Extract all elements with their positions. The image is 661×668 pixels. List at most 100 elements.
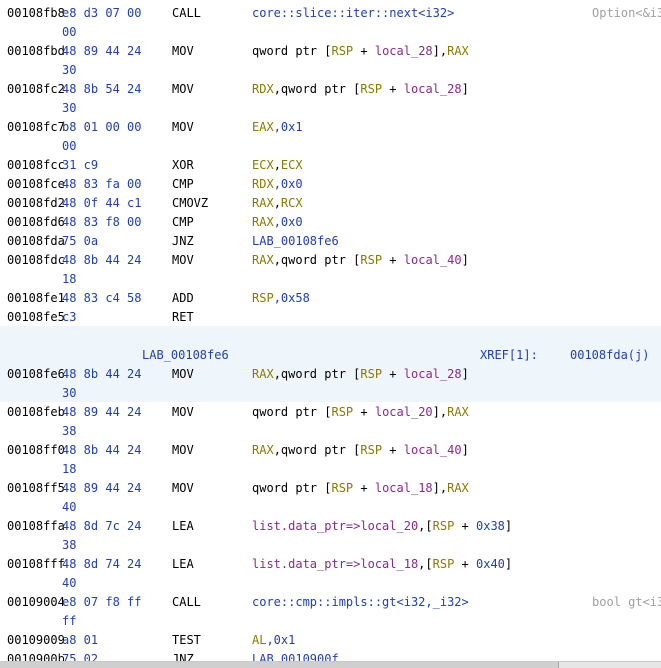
instruction-operands[interactable]: RAX,qword ptr [RSP + local_28] xyxy=(252,367,469,381)
instruction-mnemonic[interactable]: JNZ xyxy=(172,234,194,248)
instruction-address[interactable]: 0010900b xyxy=(7,652,65,661)
instruction-operands[interactable]: RAX,qword ptr [RSP + local_40] xyxy=(252,253,469,267)
operand-part: + xyxy=(382,253,404,267)
instruction-row[interactable]: 00108fda 75 0a JNZ LAB_00108fe6 xyxy=(0,231,661,250)
instruction-operands[interactable]: AL,0x1 xyxy=(252,633,295,647)
instruction-address[interactable]: 00108fe5 xyxy=(7,310,65,324)
instruction-row[interactable]: 00108fb8 e8 d3 07 00 CALL core::slice::iter… xyxy=(0,3,661,22)
instruction-mnemonic[interactable]: LEA xyxy=(172,519,194,533)
scrollbar-thumb[interactable] xyxy=(0,662,559,668)
instruction-address[interactable]: 00108fe1 xyxy=(7,291,65,305)
instruction-mnemonic[interactable]: ADD xyxy=(172,291,194,305)
instruction-row[interactable]: 00108fce 48 83 fa 00 CMP RDX,0x0 xyxy=(0,174,661,193)
instruction-operands[interactable]: RAX,RCX xyxy=(252,196,303,210)
instruction-operands[interactable]: RAX,0x0 xyxy=(252,215,303,229)
instruction-mnemonic[interactable]: CALL xyxy=(172,595,201,609)
instruction-bytes: 48 8b 54 24 xyxy=(62,82,142,96)
instruction-operands[interactable]: list.data_ptr=>local_18,[RSP + 0x40] xyxy=(252,557,512,571)
instruction-bytes: 48 8d 7c 24 xyxy=(62,519,142,533)
instruction-row[interactable]: 00108fcc 31 c9 XOR ECX,ECX xyxy=(0,155,661,174)
instruction-address[interactable]: 00108fda xyxy=(7,234,65,248)
instruction-row[interactable]: 00108fbd 48 89 44 24 MOV qword ptr [RSP + l… xyxy=(0,41,661,60)
instruction-row-continuation: 30 xyxy=(0,60,661,79)
instruction-mnemonic[interactable]: CMOVZ xyxy=(172,196,208,210)
instruction-row[interactable]: 0010900b 75 02 JNZ LAB_0010900f xyxy=(0,649,661,661)
instruction-address[interactable]: 00108feb xyxy=(7,405,65,419)
instruction-mnemonic[interactable]: MOV xyxy=(172,367,194,381)
instruction-mnemonic[interactable]: CALL xyxy=(172,6,201,20)
instruction-operands[interactable]: ECX,ECX xyxy=(252,158,303,172)
instruction-row[interactable]: 00108fe1 48 83 c4 58 ADD RSP,0x58 xyxy=(0,288,661,307)
instruction-address[interactable]: 00108fcc xyxy=(7,158,65,172)
instruction-operands[interactable]: RAX,qword ptr [RSP + local_40] xyxy=(252,443,469,457)
instruction-address[interactable]: 00108fd2 xyxy=(7,196,65,210)
operand-part: RSP xyxy=(432,519,455,533)
instruction-row[interactable]: 00109004 e8 07 f8 ff CALL core::cmp::impls:… xyxy=(0,592,661,611)
instruction-row[interactable]: 00108fdc 48 8b 44 24 MOV RAX,qword ptr [RSP… xyxy=(0,250,661,269)
instruction-address[interactable]: 00109004 xyxy=(7,595,65,609)
instruction-operands[interactable]: qword ptr [RSP + local_28],RAX xyxy=(252,44,469,58)
instruction-mnemonic[interactable]: JNZ xyxy=(172,652,194,661)
instruction-address[interactable]: 00109009 xyxy=(7,633,65,647)
instruction-row[interactable]: 00108fe5 c3 RET xyxy=(0,307,661,326)
instruction-mnemonic[interactable]: RET xyxy=(172,310,194,324)
instruction-operands[interactable]: core::slice::iter::next<i32> xyxy=(252,6,454,20)
instruction-address[interactable]: 00108ffa xyxy=(7,519,65,533)
instruction-row[interactable]: 00108fff 48 8d 74 24 LEA list.data_ptr=>loc… xyxy=(0,554,661,573)
operand-part: list.data_ptr=>local_20 xyxy=(252,519,419,533)
instruction-mnemonic[interactable]: CMP xyxy=(172,215,194,229)
instruction-row[interactable]: 00108feb 48 89 44 24 MOV qword ptr [RSP + l… xyxy=(0,402,661,421)
instruction-row[interactable]: 00108ffa 48 8d 7c 24 LEA list.data_ptr=>loc… xyxy=(0,516,661,535)
instruction-address[interactable]: 00108fff xyxy=(7,557,65,571)
instruction-mnemonic[interactable]: MOV xyxy=(172,481,194,495)
instruction-address[interactable]: 00108ff0 xyxy=(7,443,65,457)
instruction-address[interactable]: 00108fc2 xyxy=(7,82,65,96)
instruction-operands[interactable]: EAX,0x1 xyxy=(252,120,303,134)
instruction-mnemonic[interactable]: MOV xyxy=(172,253,194,267)
xref-target[interactable]: 00108fda(j) xyxy=(570,348,649,362)
instruction-operands[interactable]: RSP,0x58 xyxy=(252,291,310,305)
code-label[interactable]: LAB_00108fe6 xyxy=(142,348,229,362)
instruction-operands[interactable]: core::cmp::impls::gt<i32,_i32> xyxy=(252,595,469,609)
instruction-address[interactable]: 00108fb8 xyxy=(7,6,65,20)
instruction-address[interactable]: 00108fd6 xyxy=(7,215,65,229)
instruction-operands[interactable]: LAB_00108fe6 xyxy=(252,234,339,248)
instruction-row-continuation: 38 xyxy=(0,421,661,440)
instruction-address[interactable]: 00108fe6 xyxy=(7,367,65,381)
instruction-mnemonic[interactable]: LEA xyxy=(172,557,194,571)
instruction-row-continuation: 00 xyxy=(0,136,661,155)
instruction-mnemonic[interactable]: MOV xyxy=(172,44,194,58)
instruction-row[interactable]: 00109009 a8 01 TEST AL,0x1 xyxy=(0,630,661,649)
instruction-bytes: 48 83 c4 58 xyxy=(62,291,142,305)
instruction-operands[interactable]: list.data_ptr=>local_20,[RSP + 0x38] xyxy=(252,519,512,533)
instruction-row[interactable]: 00108ff5 48 89 44 24 MOV qword ptr [RSP + l… xyxy=(0,478,661,497)
instruction-address[interactable]: 00108fdc xyxy=(7,253,65,267)
instruction-mnemonic[interactable]: MOV xyxy=(172,443,194,457)
operand-part: ], xyxy=(432,481,448,495)
operand-part: RAX xyxy=(252,196,274,210)
instruction-operands[interactable]: LAB_0010900f xyxy=(252,652,339,661)
instruction-operands[interactable]: RDX,0x0 xyxy=(252,177,303,191)
instruction-operands[interactable]: qword ptr [RSP + local_20],RAX xyxy=(252,405,469,419)
instruction-operands[interactable]: RDX,qword ptr [RSP + local_28] xyxy=(252,82,469,96)
operand-part: + xyxy=(353,44,375,58)
instruction-row[interactable]: 00108fc2 48 8b 54 24 MOV RDX,qword ptr [RSP… xyxy=(0,79,661,98)
instruction-row[interactable]: 00108fd6 48 83 f8 00 CMP RAX,0x0 xyxy=(0,212,661,231)
instruction-address[interactable]: 00108fc7 xyxy=(7,120,65,134)
operand-part: local_40 xyxy=(403,443,462,457)
instruction-mnemonic[interactable]: MOV xyxy=(172,82,194,96)
instruction-address[interactable]: 00108ff5 xyxy=(7,481,65,495)
instruction-row[interactable]: 00108fd2 48 0f 44 c1 CMOVZ RAX,RCX xyxy=(0,193,661,212)
instruction-row[interactable]: 00108fe6 48 8b 44 24 MOV RAX,qword ptr [RSP… xyxy=(0,364,661,383)
operand-part: ,[ xyxy=(418,519,433,533)
instruction-mnemonic[interactable]: XOR xyxy=(172,158,194,172)
instruction-mnemonic[interactable]: MOV xyxy=(172,120,194,134)
instruction-row[interactable]: 00108fc7 b8 01 00 00 MOV EAX,0x1 xyxy=(0,117,661,136)
instruction-mnemonic[interactable]: TEST xyxy=(172,633,201,647)
instruction-mnemonic[interactable]: CMP xyxy=(172,177,194,191)
instruction-operands[interactable]: qword ptr [RSP + local_18],RAX xyxy=(252,481,469,495)
instruction-mnemonic[interactable]: MOV xyxy=(172,405,194,419)
instruction-address[interactable]: 00108fce xyxy=(7,177,65,191)
instruction-row[interactable]: 00108ff0 48 8b 44 24 MOV RAX,qword ptr [RSP… xyxy=(0,440,661,459)
instruction-address[interactable]: 00108fbd xyxy=(7,44,65,58)
